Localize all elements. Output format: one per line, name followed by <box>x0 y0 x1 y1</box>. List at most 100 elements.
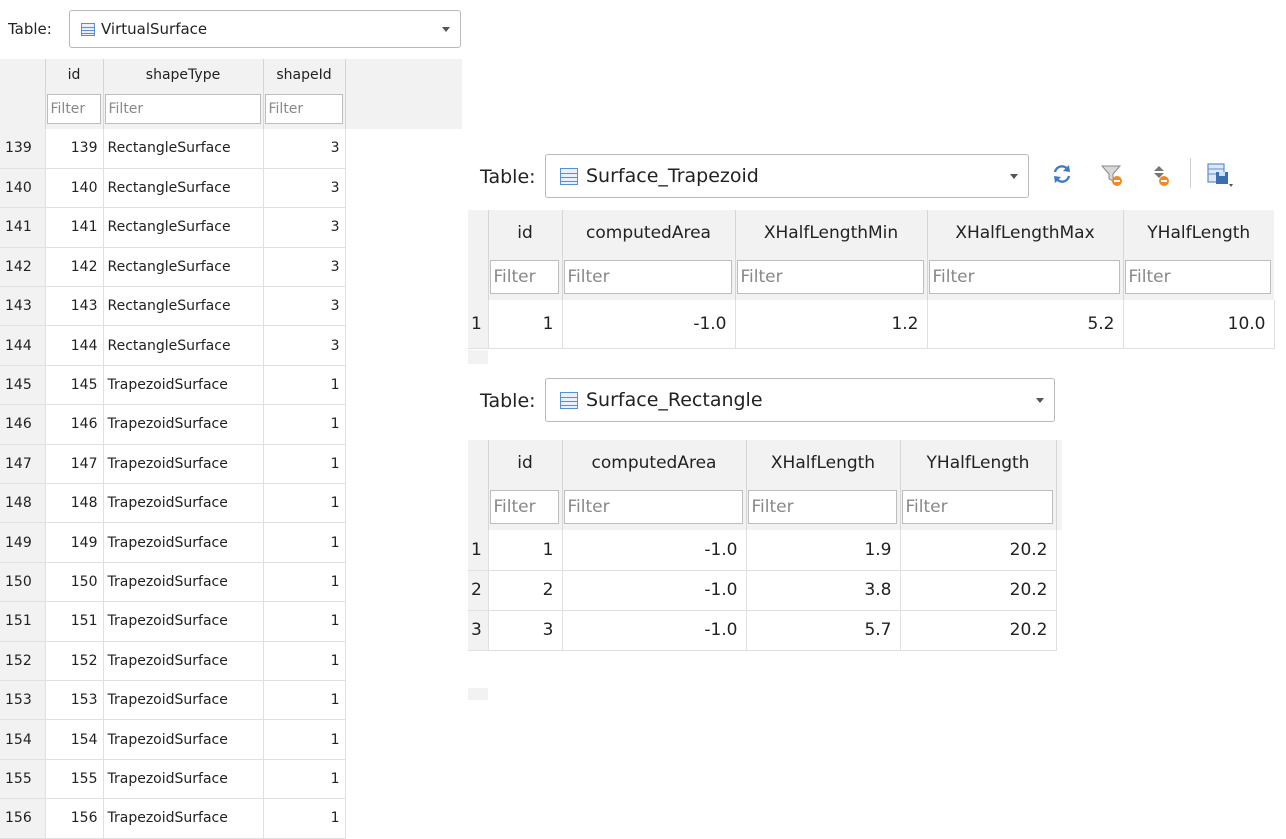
filter-input-shapeid[interactable]: Filter <box>264 94 343 124</box>
cell-id[interactable]: 142 <box>45 247 104 288</box>
cell-shapeid[interactable]: 3 <box>263 286 346 327</box>
table-row[interactable]: 150 150 TrapezoidSurface 1 <box>0 562 462 603</box>
cell-xhalflengthmax[interactable]: 5.2 <box>927 300 1124 349</box>
column-header-id[interactable]: id <box>45 59 104 91</box>
table-row[interactable]: 151 151 TrapezoidSurface 1 <box>0 601 462 642</box>
cell-shapetype[interactable]: TrapezoidSurface <box>103 562 264 603</box>
table-row[interactable]: 3 3 -1.0 5.7 20.2 <box>468 610 1062 651</box>
cell-id[interactable]: 144 <box>45 325 104 366</box>
column-header-xhalflengthmin[interactable]: XHalfLengthMin <box>735 210 928 256</box>
cell-id[interactable]: 2 <box>488 570 563 611</box>
cell-xhalflength[interactable]: 5.7 <box>746 610 901 651</box>
cell-shapetype[interactable]: TrapezoidSurface <box>103 365 264 406</box>
cell-id[interactable]: 153 <box>45 680 104 721</box>
cell-id[interactable]: 146 <box>45 404 104 445</box>
cell-computedarea[interactable]: -1.0 <box>562 530 747 571</box>
filter-input-yhalflength[interactable]: Filter <box>1124 260 1271 294</box>
table-row[interactable]: 1 1 -1.0 1.2 5.2 10.0 <box>468 300 1275 349</box>
cell-shapeid[interactable]: 3 <box>263 168 346 209</box>
column-header-xhalflengthmax[interactable]: XHalfLengthMax <box>927 210 1124 256</box>
cell-shapeid[interactable]: 3 <box>263 207 346 248</box>
cell-id[interactable]: 152 <box>45 641 104 681</box>
table-row[interactable]: 145 145 TrapezoidSurface 1 <box>0 365 462 406</box>
table-row[interactable]: 155 155 TrapezoidSurface 1 <box>0 759 462 800</box>
cell-shapeid[interactable]: 3 <box>263 129 346 169</box>
filter-input-shapetype[interactable]: Filter <box>104 94 261 124</box>
table-row[interactable]: 1 1 -1.0 1.9 20.2 <box>468 530 1062 571</box>
cell-xhalflength[interactable]: 3.8 <box>746 570 901 611</box>
cell-id[interactable]: 147 <box>45 444 104 485</box>
cell-shapeid[interactable]: 1 <box>263 601 346 642</box>
cell-shapeid[interactable]: 1 <box>263 798 346 839</box>
cell-shapeid[interactable]: 1 <box>263 680 346 721</box>
table-row[interactable]: 139 139 RectangleSurface 3 <box>0 129 462 169</box>
cell-shapetype[interactable]: TrapezoidSurface <box>103 601 264 642</box>
cell-shapetype[interactable]: TrapezoidSurface <box>103 641 264 681</box>
table-row[interactable]: 154 154 TrapezoidSurface 1 <box>0 719 462 760</box>
table-row[interactable]: 153 153 TrapezoidSurface 1 <box>0 680 462 721</box>
filter-input-xhalflengthmin[interactable]: Filter <box>736 260 924 294</box>
table-select-rectangle[interactable]: Surface_Rectangle <box>545 378 1055 422</box>
filter-input-id[interactable]: Filter <box>46 94 101 124</box>
table-row[interactable]: 143 143 RectangleSurface 3 <box>0 286 462 327</box>
cell-shapeid[interactable]: 1 <box>263 404 346 445</box>
table-row[interactable]: 144 144 RectangleSurface 3 <box>0 325 462 366</box>
cell-computedarea[interactable]: -1.0 <box>562 610 747 651</box>
table-row[interactable]: 142 142 RectangleSurface 3 <box>0 247 462 288</box>
table-row[interactable]: 140 140 RectangleSurface 3 <box>0 168 462 209</box>
cell-shapetype[interactable]: TrapezoidSurface <box>103 522 264 563</box>
column-header-id[interactable]: id <box>488 210 563 256</box>
cell-xhalflength[interactable]: 1.9 <box>746 530 901 571</box>
filter-input-xhalflength[interactable]: Filter <box>747 490 897 524</box>
column-header-shapetype[interactable]: shapeType <box>103 59 264 91</box>
cell-yhalflength[interactable]: 20.2 <box>900 530 1057 571</box>
cell-yhalflength[interactable]: 20.2 <box>900 570 1057 611</box>
cell-shapeid[interactable]: 1 <box>263 641 346 681</box>
table-row[interactable]: 2 2 -1.0 3.8 20.2 <box>468 570 1062 611</box>
cell-id[interactable]: 143 <box>45 286 104 327</box>
table-row[interactable]: 152 152 TrapezoidSurface 1 <box>0 641 462 681</box>
cell-yhalflength[interactable]: 10.0 <box>1123 300 1275 349</box>
table-select-virtualsurface[interactable]: VirtualSurface <box>69 10 461 48</box>
cell-shapetype[interactable]: RectangleSurface <box>103 325 264 366</box>
cell-shapetype[interactable]: TrapezoidSurface <box>103 798 264 839</box>
column-header-computedarea[interactable]: computedArea <box>562 210 736 256</box>
filter-input-yhalflength[interactable]: Filter <box>901 490 1053 524</box>
table-select-trapezoid[interactable]: Surface_Trapezoid <box>545 154 1029 198</box>
cell-shapetype[interactable]: TrapezoidSurface <box>103 680 264 721</box>
cell-id[interactable]: 148 <box>45 483 104 524</box>
column-header-id[interactable]: id <box>488 440 563 486</box>
cell-shapeid[interactable]: 3 <box>263 325 346 366</box>
cell-id[interactable]: 141 <box>45 207 104 248</box>
cell-id[interactable]: 151 <box>45 601 104 642</box>
column-header-xhalflength[interactable]: XHalfLength <box>746 440 901 486</box>
cell-id[interactable]: 156 <box>45 798 104 839</box>
cell-shapetype[interactable]: RectangleSurface <box>103 168 264 209</box>
cell-shapetype[interactable]: TrapezoidSurface <box>103 404 264 445</box>
column-header-yhalflength[interactable]: YHalfLength <box>1123 210 1274 256</box>
table-row[interactable]: 149 149 TrapezoidSurface 1 <box>0 522 462 563</box>
cell-shapeid[interactable]: 3 <box>263 247 346 288</box>
cell-computedarea[interactable]: -1.0 <box>562 300 736 349</box>
column-header-computedarea[interactable]: computedArea <box>562 440 747 486</box>
cell-shapetype[interactable]: RectangleSurface <box>103 207 264 248</box>
save-table-icon[interactable] <box>1204 160 1234 190</box>
table-row[interactable]: 156 156 TrapezoidSurface 1 <box>0 798 462 839</box>
cell-shapetype[interactable]: RectangleSurface <box>103 129 264 169</box>
filter-input-id[interactable]: Filter <box>489 260 559 294</box>
cell-id[interactable]: 149 <box>45 522 104 563</box>
cell-shapetype[interactable]: TrapezoidSurface <box>103 483 264 524</box>
cell-xhalflengthmin[interactable]: 1.2 <box>735 300 928 349</box>
sort-icon[interactable] <box>1150 164 1174 188</box>
clear-filters-icon[interactable] <box>1100 163 1124 187</box>
cell-yhalflength[interactable]: 20.2 <box>900 610 1057 651</box>
cell-shapeid[interactable]: 1 <box>263 444 346 485</box>
cell-id[interactable]: 145 <box>45 365 104 406</box>
column-header-shapeid[interactable]: shapeId <box>263 59 346 91</box>
cell-id[interactable]: 139 <box>45 129 104 169</box>
cell-shapetype[interactable]: TrapezoidSurface <box>103 759 264 800</box>
cell-shapeid[interactable]: 1 <box>263 522 346 563</box>
cell-id[interactable]: 3 <box>488 610 563 651</box>
cell-shapeid[interactable]: 1 <box>263 562 346 603</box>
table-row[interactable]: 141 141 RectangleSurface 3 <box>0 207 462 248</box>
